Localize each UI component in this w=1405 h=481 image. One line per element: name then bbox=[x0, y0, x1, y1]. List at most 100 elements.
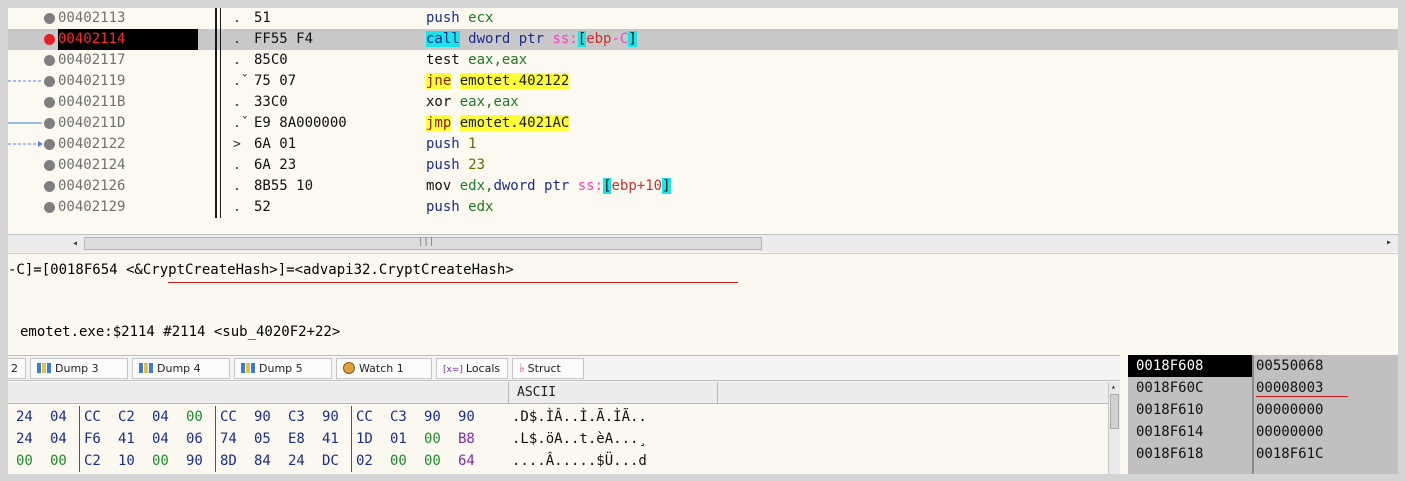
dump-byte[interactable]: 41 bbox=[322, 428, 339, 450]
stack-row[interactable]: 0018F610 00000000 bbox=[1128, 399, 1398, 421]
row-address: 00402129 bbox=[58, 199, 126, 215]
dump-byte[interactable]: 90 bbox=[458, 406, 475, 428]
dump-byte[interactable]: 02 bbox=[356, 450, 373, 472]
stack-row[interactable]: 0018F608 00550068 bbox=[1128, 355, 1398, 377]
row-instruction: mov edx,dword ptr ss:[ebp+10] bbox=[426, 178, 671, 194]
disasm-row-current[interactable]: 00402114 . FF55 F4 call dword ptr ss:[eb… bbox=[8, 29, 1398, 50]
stack-row[interactable]: 0018F614 00000000 bbox=[1128, 421, 1398, 443]
dump-byte[interactable]: 00 bbox=[50, 450, 67, 472]
row-instruction: xor eax,eax bbox=[426, 94, 519, 110]
breakpoint-marker[interactable] bbox=[44, 55, 55, 66]
tab-dump-5[interactable]: Dump 5 bbox=[234, 358, 332, 379]
ascii-column-header[interactable]: ASCII bbox=[508, 382, 718, 404]
dump-byte[interactable]: 00 bbox=[424, 450, 441, 472]
disasm-row[interactable]: 0040211D .ˇ E9 8A000000 jmp emotet.4021A… bbox=[8, 113, 1398, 134]
row-instruction: test eax,eax bbox=[426, 52, 528, 68]
dump-byte[interactable]: 04 bbox=[152, 406, 169, 428]
dump-byte[interactable]: 01 bbox=[390, 428, 407, 450]
disasm-row[interactable]: 00402129 . 52 push edx bbox=[8, 197, 1398, 218]
tab-2[interactable]: 2 bbox=[8, 358, 26, 379]
dump-byte[interactable]: CC bbox=[356, 406, 373, 428]
scroll-up-icon[interactable]: ▴ bbox=[1111, 382, 1116, 391]
dump-byte[interactable]: 90 bbox=[322, 406, 339, 428]
red-underline bbox=[1256, 396, 1348, 397]
tab-watch-1[interactable]: Watch 1 bbox=[336, 358, 432, 379]
breakpoint-marker[interactable] bbox=[44, 34, 55, 45]
dump-byte[interactable]: 04 bbox=[50, 406, 67, 428]
dump-byte[interactable]: C2 bbox=[84, 450, 101, 472]
hex-dump-pane[interactable]: ASCII 24 04 CC C2 04 00 CC 90 C3 90 CC C3 90 90 .D$.ÌÂ… bbox=[8, 382, 1120, 474]
row-instruction: push 23 bbox=[426, 157, 486, 173]
dump-byte[interactable]: 04 bbox=[152, 428, 169, 450]
dump-byte[interactable]: E8 bbox=[288, 428, 305, 450]
dump-vertical-scrollbar[interactable]: ▴ bbox=[1108, 382, 1120, 474]
scroll-left-icon[interactable]: ◂ bbox=[68, 237, 82, 250]
dump-byte[interactable]: CC bbox=[220, 406, 237, 428]
dump-byte[interactable]: 00 bbox=[424, 428, 441, 450]
row-mark: . bbox=[233, 158, 241, 173]
disasm-row[interactable]: 00402113 . 51 push ecx bbox=[8, 8, 1398, 29]
dump-byte[interactable]: 90 bbox=[186, 450, 203, 472]
disasm-row[interactable]: 00402126 . 8B55 10 mov edx,dword ptr ss:… bbox=[8, 176, 1398, 197]
dump-byte[interactable]: C3 bbox=[390, 406, 407, 428]
byte-group-separator bbox=[215, 450, 216, 472]
disassembly-pane[interactable]: 00402113 . 51 push ecx 00402114 . FF55 F… bbox=[8, 8, 1398, 234]
dump-byte[interactable]: 24 bbox=[16, 406, 33, 428]
disasm-row[interactable]: 00402117 . 85C0 test eax,eax bbox=[8, 50, 1398, 71]
dump-byte[interactable]: 74 bbox=[220, 428, 237, 450]
memory-icon bbox=[241, 363, 255, 373]
dump-byte[interactable]: 10 bbox=[118, 450, 135, 472]
tab-locals[interactable]: [x=] Locals bbox=[436, 358, 508, 379]
dump-byte[interactable]: 84 bbox=[254, 450, 271, 472]
debugger-window: 00402113 . 51 push ecx 00402114 . FF55 F… bbox=[8, 8, 1398, 474]
dump-byte[interactable]: 06 bbox=[186, 428, 203, 450]
dump-byte[interactable]: DC bbox=[322, 450, 339, 472]
breakpoint-marker[interactable] bbox=[44, 181, 55, 192]
breakpoint-marker[interactable] bbox=[44, 160, 55, 171]
disasm-row[interactable]: 0040211B . 33C0 xor eax,eax bbox=[8, 92, 1398, 113]
row-bytes: 33C0 bbox=[254, 94, 288, 110]
breakpoint-marker[interactable] bbox=[44, 97, 55, 108]
dump-byte[interactable]: 41 bbox=[118, 428, 135, 450]
row-instruction: jmp emotet.4021AC bbox=[426, 115, 570, 131]
tab-dump-3[interactable]: Dump 3 bbox=[30, 358, 128, 379]
dump-byte[interactable]: 1D bbox=[356, 428, 373, 450]
row-address: 00402117 bbox=[58, 52, 126, 68]
scrollbar-thumb[interactable] bbox=[1110, 394, 1119, 429]
row-bytes: 6A 23 bbox=[254, 157, 297, 173]
stack-row[interactable]: 0018F618 0018F61C bbox=[1128, 443, 1398, 465]
dump-byte[interactable]: 8D bbox=[220, 450, 237, 472]
disasm-row[interactable]: 00402122 > 6A 01 push 1 bbox=[8, 134, 1398, 155]
dump-byte[interactable]: 64 bbox=[458, 450, 475, 472]
breakpoint-marker[interactable] bbox=[44, 76, 55, 87]
row-mark: . bbox=[233, 95, 241, 110]
breakpoint-marker[interactable] bbox=[44, 118, 55, 129]
dump-byte[interactable]: 24 bbox=[288, 450, 305, 472]
dump-byte[interactable]: 00 bbox=[390, 450, 407, 472]
disasm-horizontal-scrollbar[interactable]: ◂ ||| ▸ bbox=[8, 234, 1398, 252]
dump-byte[interactable]: F6 bbox=[84, 428, 101, 450]
breakpoint-marker[interactable] bbox=[44, 139, 55, 150]
dump-byte[interactable]: B8 bbox=[458, 428, 475, 450]
breakpoint-marker[interactable] bbox=[44, 202, 55, 213]
dump-byte[interactable]: CC bbox=[84, 406, 101, 428]
dump-byte[interactable]: 00 bbox=[16, 450, 33, 472]
dump-byte[interactable]: 90 bbox=[254, 406, 271, 428]
tab-dump-4[interactable]: Dump 4 bbox=[132, 358, 230, 379]
dump-byte[interactable]: 05 bbox=[254, 428, 271, 450]
dump-byte[interactable]: C3 bbox=[288, 406, 305, 428]
red-underline bbox=[168, 282, 738, 283]
stack-address: 0018F610 bbox=[1128, 399, 1252, 421]
dump-byte[interactable]: 00 bbox=[152, 450, 169, 472]
breakpoint-marker[interactable] bbox=[44, 13, 55, 24]
scroll-right-icon[interactable]: ▸ bbox=[1386, 237, 1398, 248]
dump-byte[interactable]: 00 bbox=[186, 406, 203, 428]
dump-byte[interactable]: C2 bbox=[118, 406, 135, 428]
stack-pane[interactable]: 0018F608 00550068 0018F60C 00008003 0018… bbox=[1128, 355, 1398, 474]
dump-byte[interactable]: 04 bbox=[50, 428, 67, 450]
disasm-row[interactable]: 00402119 .ˇ 75 07 jne emotet.402122 bbox=[8, 71, 1398, 92]
disasm-row[interactable]: 00402124 . 6A 23 push 23 bbox=[8, 155, 1398, 176]
tab-struct[interactable]: ♭ Struct bbox=[512, 358, 584, 379]
dump-byte[interactable]: 24 bbox=[16, 428, 33, 450]
dump-byte[interactable]: 90 bbox=[424, 406, 441, 428]
